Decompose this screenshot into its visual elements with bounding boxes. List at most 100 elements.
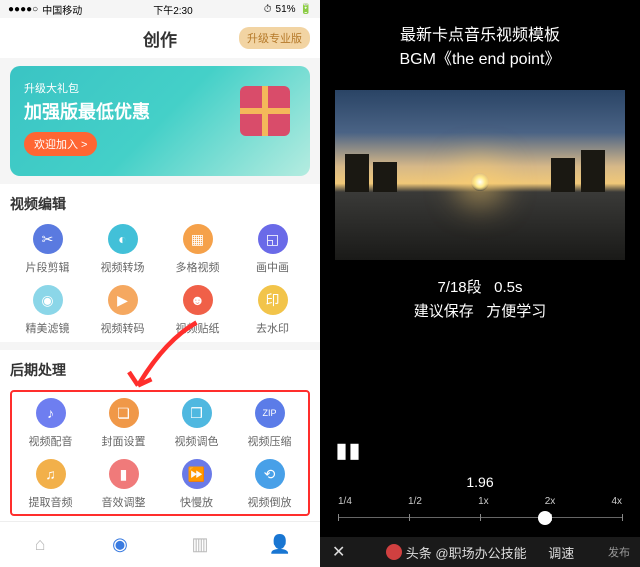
promo-join-button[interactable]: 欢迎加入 > — [24, 132, 97, 156]
nav-home[interactable]: ⌂ — [0, 522, 80, 567]
tool-icon: 印 — [258, 285, 288, 315]
speed-mark: 1/4 — [338, 496, 352, 507]
speed-control: 1.96 1/4 1/2 1x 2x 4x — [320, 474, 640, 525]
nav-tools[interactable]: ◉ — [80, 522, 160, 567]
tool-item[interactable]: ☻ 视频贴纸 — [160, 285, 235, 336]
tool-icon: ♪ — [36, 398, 66, 428]
tool-item[interactable]: ◐ 视频转场 — [85, 224, 160, 275]
author-avatar[interactable] — [386, 544, 402, 560]
speed-mark: 2x — [545, 496, 556, 507]
video-title-line1: 最新卡点音乐视频模板 — [320, 24, 640, 48]
tool-item[interactable]: ❒视频调色 — [160, 398, 233, 449]
tool-label: 多格视频 — [176, 259, 220, 275]
clock: 下午2:30 — [153, 2, 192, 17]
tool-label: 视频贴纸 — [176, 320, 220, 336]
nav-template[interactable]: ▥ — [160, 522, 240, 567]
profile-icon: 👤 — [269, 534, 291, 555]
speed-slider[interactable] — [338, 511, 622, 525]
tool-icon: ZIP — [255, 398, 285, 428]
upgrade-pro-button[interactable]: 升级专业版 — [239, 27, 310, 49]
tool-label: 快慢放 — [180, 494, 213, 510]
video-title: 最新卡点音乐视频模板 BGM《the end point》 — [320, 0, 640, 72]
tool-item[interactable]: ⟲视频倒放 — [233, 459, 306, 510]
sun-icon — [471, 173, 489, 191]
speed-mark: 1/2 — [408, 496, 422, 507]
video-footer: ✕ 头条 @职场办公技能 调速 发布 — [320, 537, 640, 567]
tool-item[interactable]: ◱画中画 — [235, 224, 310, 275]
speed-knob[interactable] — [538, 511, 552, 525]
speed-mark: 1x — [478, 496, 489, 507]
status-bar: ●●●●○ 中国移动 下午2:30 ⏱ 51% 🔋 — [0, 0, 320, 18]
tool-label: 提取音频 — [29, 494, 73, 510]
author-source: 头条 — [406, 543, 432, 562]
segment-progress: 7/18段 — [437, 279, 481, 296]
tool-icon: ▦ — [183, 224, 213, 254]
tool-item[interactable]: ♫ 提取音频 — [14, 459, 87, 510]
tool-item[interactable]: ▶视频转码 — [85, 285, 160, 336]
speed-value: 1.96 — [320, 474, 640, 490]
tool-icon: ▶ — [108, 285, 138, 315]
tool-icon: ▮ — [109, 459, 139, 489]
page-title: 创作 — [143, 26, 177, 51]
speed-mark: 4x — [611, 496, 622, 507]
tool-icon: ✂ — [33, 224, 63, 254]
tool-item[interactable]: ✂片段剪辑 — [10, 224, 85, 275]
tool-item[interactable]: ▮ 音效调整 — [87, 459, 160, 510]
video-stats: 7/18段 0.5s 建议保存 方便学习 — [320, 276, 640, 324]
tool-label: 视频转场 — [101, 259, 145, 275]
tool-icon: ❏ — [109, 398, 139, 428]
app-header: 创作 升级专业版 — [0, 18, 320, 58]
building-silhouette — [581, 150, 605, 192]
segment-duration: 0.5s — [494, 279, 522, 296]
bottom-nav: ⌂ ◉ ▥ 👤 — [0, 521, 320, 567]
battery-pct: 51% — [276, 4, 296, 15]
hint-learn: 方便学习 — [486, 303, 546, 320]
tool-label: 去水印 — [256, 320, 289, 336]
tool-item[interactable]: ZIP 视频压缩 — [233, 398, 306, 449]
tool-label: 封面设置 — [102, 433, 146, 449]
building-silhouette — [373, 162, 397, 192]
tool-icon: ◉ — [33, 285, 63, 315]
tool-item[interactable]: ▦ 多格视频 — [160, 224, 235, 275]
hint-save: 建议保存 — [414, 303, 474, 320]
tool-label: 视频倒放 — [248, 494, 292, 510]
tool-label: 视频压缩 — [248, 433, 292, 449]
publish-label: 发布 — [608, 544, 630, 560]
author-name[interactable]: @职场办公技能 — [435, 543, 526, 562]
building-silhouette — [551, 158, 575, 192]
video-preview[interactable] — [335, 90, 625, 260]
video-title-line2: BGM《the end point》 — [320, 48, 640, 72]
section-video-edit: 视频编辑 ✂片段剪辑◐视频转场▦多格视频◱画中画◉精美滤镜▶视频转码☻视频贴纸印… — [0, 184, 320, 342]
highlight-box: ♪ 视频配音 ❏ 封面设置 ❒视频调色 ZIP 视频压缩 ♫ 提取音频 ▮ 音效调整 ⏩ 快慢放 ⟲视频倒… — [10, 390, 310, 516]
tool-label: 精美滤镜 — [26, 320, 70, 336]
tools-icon: ◉ — [112, 534, 128, 555]
speed-label: 调速 — [548, 543, 574, 562]
tool-item[interactable]: 印去水印 — [235, 285, 310, 336]
promo-card[interactable]: 升级大礼包 加强版最低优惠 欢迎加入 > — [10, 66, 310, 176]
tool-label: 视频调色 — [175, 433, 219, 449]
gift-icon — [240, 86, 290, 136]
section-post-process: 后期处理 ♪ 视频配音 ❏ 封面设置 ❒视频调色 ZIP 视频压缩 ♫ 提取音频 ▮ 音效调整 ⏩ 快慢… — [0, 350, 320, 522]
tool-item[interactable]: ♪ 视频配音 — [14, 398, 87, 449]
tool-item[interactable]: ⏩ 快慢放 — [160, 459, 233, 510]
pause-button[interactable]: ▮▮ — [336, 438, 362, 463]
tool-label: 音效调整 — [102, 494, 146, 510]
signal-icon: ●●●●○ — [8, 4, 38, 15]
tool-icon: ☻ — [183, 285, 213, 315]
battery-icon: 🔋 — [300, 4, 312, 15]
carrier-label: 中国移动 — [42, 2, 82, 17]
section-title-post: 后期处理 — [10, 360, 310, 380]
tool-item[interactable]: ❏ 封面设置 — [87, 398, 160, 449]
building-silhouette — [345, 154, 369, 192]
tool-item[interactable]: ◉ 精美滤镜 — [10, 285, 85, 336]
tool-label: 画中画 — [256, 259, 289, 275]
close-button[interactable]: ✕ — [332, 542, 345, 562]
nav-profile[interactable]: 👤 — [240, 522, 320, 567]
tool-icon: ◐ — [108, 224, 138, 254]
template-icon: ▥ — [191, 534, 208, 555]
tool-icon: ⏩ — [182, 459, 212, 489]
tool-icon: ♫ — [36, 459, 66, 489]
alarm-icon: ⏱ — [264, 4, 272, 15]
tool-label: 视频配音 — [29, 433, 73, 449]
section-title-edit: 视频编辑 — [10, 194, 310, 214]
